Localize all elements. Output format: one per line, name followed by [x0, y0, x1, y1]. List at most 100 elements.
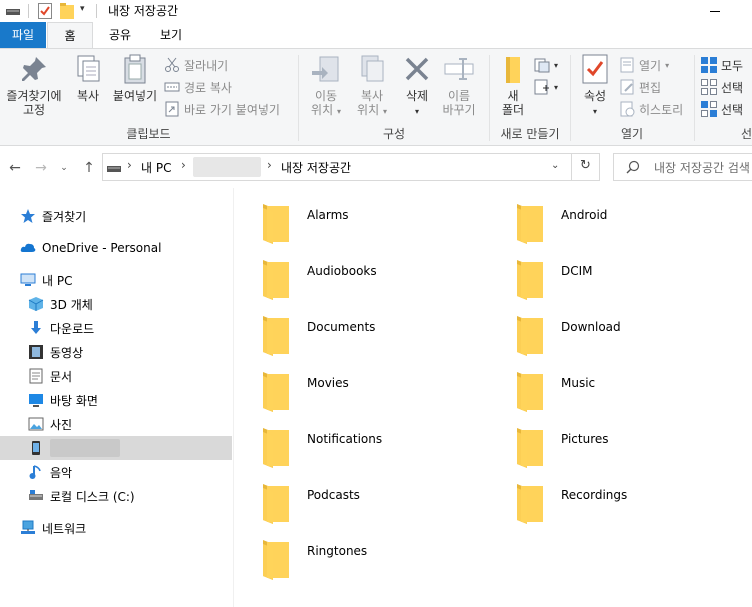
nav-label: 즐겨찾기 [42, 209, 87, 224]
copy-path-button[interactable]: 경로 복사 [164, 77, 232, 97]
nav-item-music[interactable]: 음악 [0, 460, 232, 484]
properties-icon [579, 53, 611, 85]
quick-access-dropdown-icon[interactable]: ▾ [80, 4, 85, 14]
history-button[interactable]: 히스토리 [619, 99, 683, 119]
folder-icon [515, 370, 545, 412]
folder-name: Download [561, 320, 621, 334]
folder-icon [261, 258, 291, 300]
chevron-right-icon: › [267, 158, 272, 172]
file-list: Alarms Android Audiobooks DCIM Documents Down… [235, 188, 752, 607]
select-none-icon [701, 79, 717, 95]
properties-quick-icon[interactable] [38, 3, 52, 22]
nav-item-3d-objects[interactable]: 3D 개체 [0, 292, 232, 316]
refresh-icon[interactable]: ↻ [580, 158, 591, 173]
up-button[interactable]: ↑ [78, 157, 100, 179]
nav-item-downloads[interactable]: 다운로드 [0, 316, 232, 340]
nav-label: OneDrive - Personal [42, 241, 162, 255]
folder-item[interactable]: Documents [235, 304, 475, 356]
ribbon-tabs: 파일 홈 공유 보기 [0, 22, 752, 49]
new-item-button[interactable]: ▾ [534, 55, 558, 75]
breadcrumb-device-redacted[interactable] [193, 157, 261, 177]
move-to-button[interactable]: 이동 위치 ▾ [303, 53, 349, 119]
back-button[interactable]: ← [4, 157, 26, 179]
search-input[interactable]: 내장 저장공간 검색 [613, 153, 752, 181]
breadcrumb-this-pc[interactable]: 내 PC [141, 159, 171, 176]
folder-item[interactable]: Pictures [489, 416, 729, 468]
phone-icon [28, 440, 44, 456]
new-item-icon [534, 57, 550, 73]
search-icon [626, 160, 640, 177]
move-to-label: 이동 [314, 89, 338, 103]
folder-name: Recordings [561, 488, 628, 502]
select-none-button[interactable]: 선택 [701, 77, 743, 97]
folder-item[interactable]: Alarms [235, 192, 475, 244]
folder-item[interactable]: Android [489, 192, 729, 244]
address-bar[interactable]: › 내 PC › › 내장 저장공간 ⌄ ↻ [102, 153, 600, 181]
copy-to-button[interactable]: 복사 위치 ▾ [349, 53, 395, 119]
breadcrumb-current[interactable]: 내장 저장공간 [281, 159, 351, 176]
folder-item[interactable]: Audiobooks [235, 248, 475, 300]
minimize-button[interactable] [700, 0, 730, 22]
nav-item-this-pc[interactable]: 내 PC [0, 268, 232, 292]
folder-item[interactable]: DCIM [489, 248, 729, 300]
cut-label: 잘라내기 [184, 58, 229, 73]
rename-button[interactable]: 이름 바꾸기 [437, 53, 481, 117]
folder-name: Notifications [307, 432, 383, 446]
folder-item[interactable]: Recordings [489, 472, 729, 524]
nav-item-quick-access[interactable]: 즐겨찾기 [0, 204, 232, 228]
nav-item-pictures[interactable]: 사진 [0, 412, 232, 436]
nav-item-local-disk[interactable]: 로컬 디스크 (C:) [0, 484, 232, 508]
pin-quick-access-button[interactable]: 즐겨찾기에 고정 [0, 53, 68, 117]
rename-label-2: 바꾸기 [442, 103, 476, 117]
address-dropdown-button[interactable]: ⌄ [551, 160, 559, 171]
select-all-button[interactable]: 모두 [701, 55, 743, 75]
new-folder-button[interactable]: 새 폴더 [494, 53, 532, 117]
tab-file[interactable]: 파일 [0, 22, 46, 48]
recent-locations-button[interactable]: ⌄ [56, 157, 72, 179]
folder-name: DCIM [561, 264, 593, 278]
nav-item-phone-device[interactable] [0, 436, 232, 460]
paste-button[interactable]: 붙여넣기 [108, 53, 162, 103]
history-label: 히스토리 [639, 102, 684, 117]
forward-button[interactable]: → [30, 157, 52, 179]
tab-home[interactable]: 홈 [47, 22, 93, 49]
tab-view[interactable]: 보기 [148, 22, 194, 48]
tab-share[interactable]: 공유 [97, 22, 143, 48]
paste-shortcut-button[interactable]: 바로 가기 붙여넣기 [164, 99, 280, 119]
move-to-label-2: 위치 [311, 103, 334, 117]
nav-item-desktop[interactable]: 바탕 화면 [0, 388, 232, 412]
nav-item-network[interactable]: 네트워크 [0, 516, 232, 540]
folder-item[interactable]: Notifications [235, 416, 475, 468]
nav-label: 바탕 화면 [50, 393, 98, 408]
nav-item-documents[interactable]: 문서 [0, 364, 232, 388]
new-folder-label: 새 [507, 89, 519, 103]
folder-item[interactable]: Download [489, 304, 729, 356]
copy-to-icon [356, 53, 388, 85]
edit-button[interactable]: 편집 [619, 77, 661, 97]
delete-button[interactable]: 삭제 ▾ [397, 53, 437, 119]
properties-button[interactable]: 속성 ▾ [575, 53, 615, 119]
nav-item-onedrive[interactable]: OneDrive - Personal [0, 236, 232, 260]
divider [96, 4, 97, 18]
invert-selection-button[interactable]: 선택 [701, 99, 743, 119]
open-label: 열기 [639, 58, 662, 73]
picture-icon [28, 416, 44, 432]
folder-item[interactable]: Ringtones [235, 528, 475, 580]
easy-access-button[interactable]: ▾ [534, 77, 558, 97]
divider [28, 4, 29, 18]
folder-item[interactable]: Music [489, 360, 729, 412]
nav-item-videos[interactable]: 동영상 [0, 340, 232, 364]
window-title: 내장 저장공간 [108, 4, 179, 18]
new-folder-quick-icon[interactable] [60, 3, 74, 22]
copy-label: 복사 [76, 89, 100, 103]
select-all-icon [701, 57, 717, 73]
cut-button[interactable]: 잘라내기 [164, 55, 228, 75]
folder-item[interactable]: Podcasts [235, 472, 475, 524]
open-button[interactable]: 열기 ▾ [619, 55, 669, 75]
copy-button[interactable]: 복사 [68, 53, 108, 103]
folder-icon [515, 482, 545, 524]
drive-icon [6, 6, 20, 20]
folder-icon [261, 482, 291, 524]
folder-item[interactable]: Movies [235, 360, 475, 412]
film-icon [28, 344, 44, 360]
